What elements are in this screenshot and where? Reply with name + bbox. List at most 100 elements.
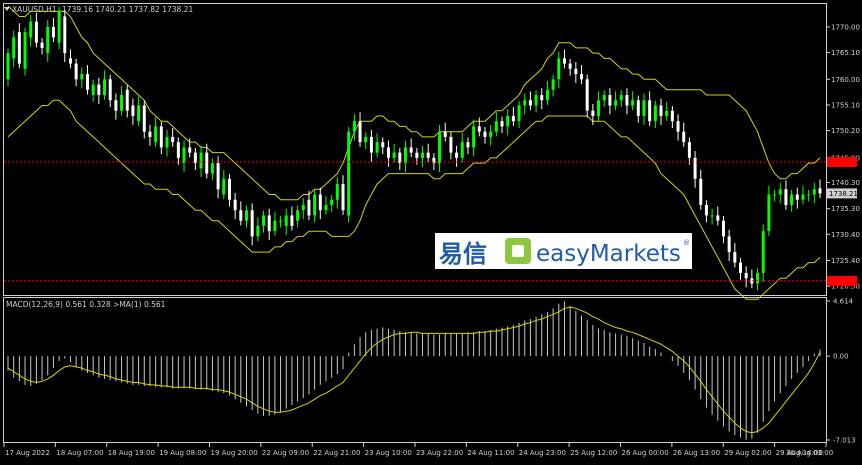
candle[interactable] xyxy=(710,208,714,225)
candle[interactable] xyxy=(568,58,572,76)
candle[interactable] xyxy=(17,23,21,69)
candle[interactable] xyxy=(602,90,606,108)
candle[interactable] xyxy=(267,208,271,241)
candle[interactable] xyxy=(262,210,266,233)
candle[interactable] xyxy=(403,140,407,172)
candle[interactable] xyxy=(256,217,260,242)
candle[interactable] xyxy=(324,196,328,215)
candle[interactable] xyxy=(409,138,413,158)
candle[interactable] xyxy=(699,169,703,210)
candle[interactable] xyxy=(670,106,674,129)
candle[interactable] xyxy=(313,189,317,223)
candle[interactable] xyxy=(103,70,107,100)
candle[interactable] xyxy=(284,208,288,235)
candle[interactable] xyxy=(449,132,453,160)
candle[interactable] xyxy=(6,48,10,87)
candle[interactable] xyxy=(585,74,589,118)
candle[interactable] xyxy=(761,224,765,282)
candle[interactable] xyxy=(244,205,248,228)
candle[interactable] xyxy=(631,91,635,111)
candle[interactable] xyxy=(432,153,436,170)
candle[interactable] xyxy=(74,58,78,87)
candle[interactable] xyxy=(812,182,816,204)
candle[interactable] xyxy=(369,130,373,162)
candle[interactable] xyxy=(80,67,84,89)
candle[interactable] xyxy=(750,269,754,289)
candle[interactable] xyxy=(364,132,368,149)
candle[interactable] xyxy=(227,174,231,207)
candle[interactable] xyxy=(347,126,351,223)
candle[interactable] xyxy=(727,229,731,262)
candle[interactable] xyxy=(767,185,771,236)
candle[interactable] xyxy=(29,14,33,47)
candle[interactable] xyxy=(199,145,203,178)
candle[interactable] xyxy=(733,243,737,268)
candle[interactable] xyxy=(506,109,510,136)
candle[interactable] xyxy=(744,266,748,288)
candle[interactable] xyxy=(801,185,805,205)
candle[interactable] xyxy=(85,65,89,95)
candle[interactable] xyxy=(614,91,618,111)
candle[interactable] xyxy=(176,137,180,165)
candle[interactable] xyxy=(296,205,300,228)
candle[interactable] xyxy=(739,257,743,280)
candle[interactable] xyxy=(148,124,152,146)
candle[interactable] xyxy=(665,101,669,121)
candle[interactable] xyxy=(818,179,822,199)
candle[interactable] xyxy=(693,151,697,188)
candle[interactable] xyxy=(290,206,294,231)
candle[interactable] xyxy=(460,133,464,163)
candle[interactable] xyxy=(756,268,760,291)
candle[interactable] xyxy=(659,98,663,125)
candle[interactable] xyxy=(335,177,339,209)
candle[interactable] xyxy=(619,90,623,108)
candle[interactable] xyxy=(653,100,657,129)
candle[interactable] xyxy=(687,137,691,165)
candle[interactable] xyxy=(34,12,38,48)
candle[interactable] xyxy=(392,143,396,163)
candle[interactable] xyxy=(557,51,561,89)
candle[interactable] xyxy=(330,195,334,212)
candle[interactable] xyxy=(642,93,646,125)
candle[interactable] xyxy=(511,107,515,126)
candle[interactable] xyxy=(494,112,498,137)
candle[interactable] xyxy=(489,124,493,146)
candle[interactable] xyxy=(534,90,538,113)
candle[interactable] xyxy=(125,85,129,118)
candle[interactable] xyxy=(580,65,584,85)
candle[interactable] xyxy=(165,130,169,157)
candle[interactable] xyxy=(483,126,487,144)
candle[interactable] xyxy=(318,187,322,220)
candle[interactable] xyxy=(301,198,305,220)
candle[interactable] xyxy=(46,20,50,63)
candle[interactable] xyxy=(466,137,470,155)
candle[interactable] xyxy=(608,88,612,115)
candle[interactable] xyxy=(154,117,158,147)
chart-window[interactable]: 1770.001765.101760.001755.101750.201745.… xyxy=(0,0,862,461)
candle[interactable] xyxy=(120,86,124,116)
candle[interactable] xyxy=(676,114,680,141)
candle[interactable] xyxy=(517,100,521,129)
candle[interactable] xyxy=(773,189,777,202)
candle[interactable] xyxy=(381,137,385,155)
candle[interactable] xyxy=(51,18,55,43)
candlestick-series[interactable] xyxy=(6,6,822,291)
candle[interactable] xyxy=(597,91,601,121)
candle[interactable] xyxy=(636,95,640,123)
candle[interactable] xyxy=(545,80,549,105)
candle[interactable] xyxy=(233,192,237,220)
candle[interactable] xyxy=(171,128,175,147)
candle[interactable] xyxy=(421,145,425,167)
candle[interactable] xyxy=(68,49,72,69)
candle[interactable] xyxy=(472,119,476,157)
candle[interactable] xyxy=(551,74,555,97)
candle[interactable] xyxy=(131,98,135,125)
candle[interactable] xyxy=(40,37,44,55)
candle[interactable] xyxy=(438,124,442,172)
candle[interactable] xyxy=(250,203,254,246)
candle[interactable] xyxy=(807,189,811,202)
candle[interactable] xyxy=(193,147,197,170)
candle[interactable] xyxy=(57,6,61,50)
candle[interactable] xyxy=(795,187,799,209)
candle[interactable] xyxy=(540,88,544,110)
